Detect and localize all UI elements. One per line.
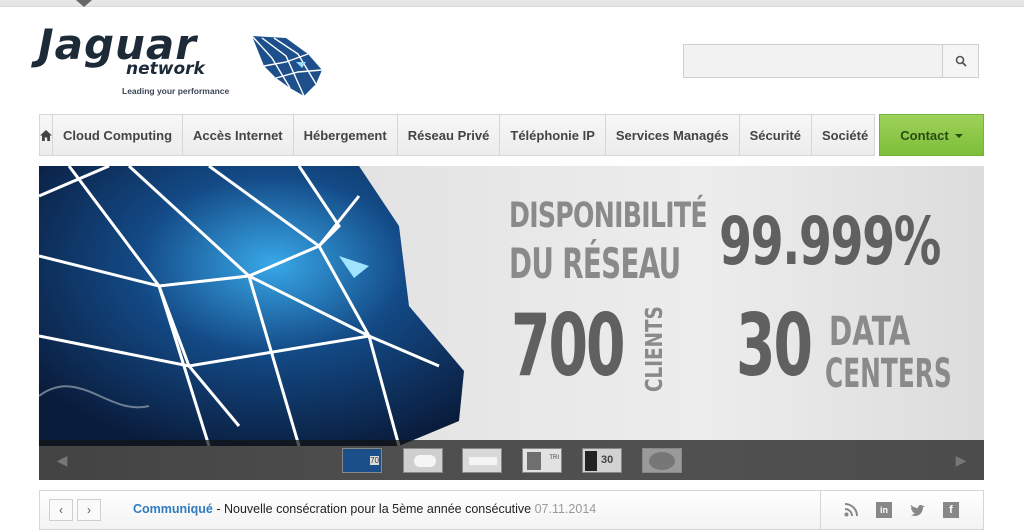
availability-value: 99.999%	[719, 203, 941, 280]
jaguar-face-artwork	[39, 166, 464, 446]
slider-prev-arrow-icon[interactable]: ◀	[47, 440, 77, 480]
news-label: Communiqué	[133, 502, 213, 516]
availability-label-line1: DISPONIBILITÉ	[509, 196, 708, 236]
nav-reseau-prive[interactable]: Réseau Privé	[398, 115, 501, 155]
main-nav: Cloud Computing Accès Internet Hébergeme…	[39, 114, 875, 156]
datacenters-count: 30	[736, 296, 813, 396]
top-notch	[76, 0, 92, 7]
globe-icon	[649, 452, 675, 470]
slide-thumb-4-text: TRI	[549, 455, 559, 461]
contact-button[interactable]: Contact	[879, 114, 984, 156]
news-date: 07.11.2014	[534, 502, 597, 516]
hero-slider[interactable]: DISPONIBILITÉ DU RÉSEAU 99.999% 700 CLIE…	[39, 166, 984, 480]
jaguar-network-logo[interactable]: Jaguar network Leading your performance	[38, 20, 328, 104]
jaguar-head-icon	[251, 35, 323, 97]
nav-home[interactable]	[40, 115, 53, 155]
facebook-icon[interactable]: f	[943, 502, 959, 518]
server-icon	[585, 451, 597, 471]
search-button[interactable]	[942, 45, 978, 77]
slide-thumb-6[interactable]	[642, 448, 682, 473]
datacenters-label-line1: DATA	[829, 309, 911, 355]
news-next-button[interactable]: ›	[77, 499, 101, 521]
news-item[interactable]: Communiqué - Nouvelle consécration pour …	[133, 502, 596, 516]
social-links: in f	[820, 491, 985, 529]
nav-societe[interactable]: Société	[812, 115, 878, 155]
caret-down-icon	[954, 134, 963, 138]
top-bar	[0, 0, 1024, 7]
nav-hebergement[interactable]: Hébergement	[294, 115, 398, 155]
logo-sub-text: network	[126, 59, 205, 79]
contact-label: Contact	[900, 127, 949, 143]
slide-thumb-5-text: 30	[601, 454, 614, 466]
cloud-icon	[414, 455, 436, 467]
slide-thumb-1[interactable]: 70	[342, 448, 382, 473]
slide-thumb-3-bar	[469, 457, 497, 465]
news-separator: -	[212, 502, 224, 516]
news-ticker: ‹ › Communiqué - Nouvelle consécration p…	[39, 490, 984, 530]
slider-thumbnail-bar: ◀ 70 TRI 30 ▶	[39, 440, 984, 480]
slide-thumb-3[interactable]	[462, 448, 502, 473]
person-icon	[527, 452, 541, 470]
clients-label: CLIENTS	[642, 306, 668, 392]
home-icon	[40, 129, 52, 141]
news-prev-button[interactable]: ‹	[49, 499, 73, 521]
logo-tagline: Leading your performance	[122, 86, 230, 96]
search-input[interactable]	[684, 45, 942, 77]
search-box	[683, 44, 979, 78]
search-icon	[955, 55, 967, 67]
nav-cloud-computing[interactable]: Cloud Computing	[53, 115, 184, 155]
rss-icon[interactable]	[843, 502, 859, 518]
nav-acces-internet[interactable]: Accès Internet	[183, 115, 294, 155]
slide-thumb-2[interactable]	[403, 448, 443, 473]
nav-securite[interactable]: Sécurité	[740, 115, 812, 155]
twitter-icon[interactable]	[910, 502, 926, 518]
clients-count: 700	[511, 296, 626, 396]
news-headline: Nouvelle consécration pour la 5ème année…	[223, 502, 532, 516]
nav-services-manages[interactable]: Services Managés	[606, 115, 740, 155]
slide-thumb-5[interactable]: 30	[582, 448, 622, 473]
slider-next-arrow-icon[interactable]: ▶	[946, 440, 976, 480]
nav-telephonie-ip[interactable]: Téléphonie IP	[500, 115, 606, 155]
chevron-right-icon: ›	[87, 503, 91, 517]
chevron-left-icon: ‹	[59, 503, 63, 517]
datacenters-label-line2: CENTERS	[825, 351, 952, 397]
slide-thumb-1-text: 70	[370, 456, 379, 465]
linkedin-icon[interactable]: in	[876, 502, 892, 518]
availability-label-line2: DU RÉSEAU	[509, 239, 681, 288]
slide-thumb-4[interactable]: TRI	[522, 448, 562, 473]
